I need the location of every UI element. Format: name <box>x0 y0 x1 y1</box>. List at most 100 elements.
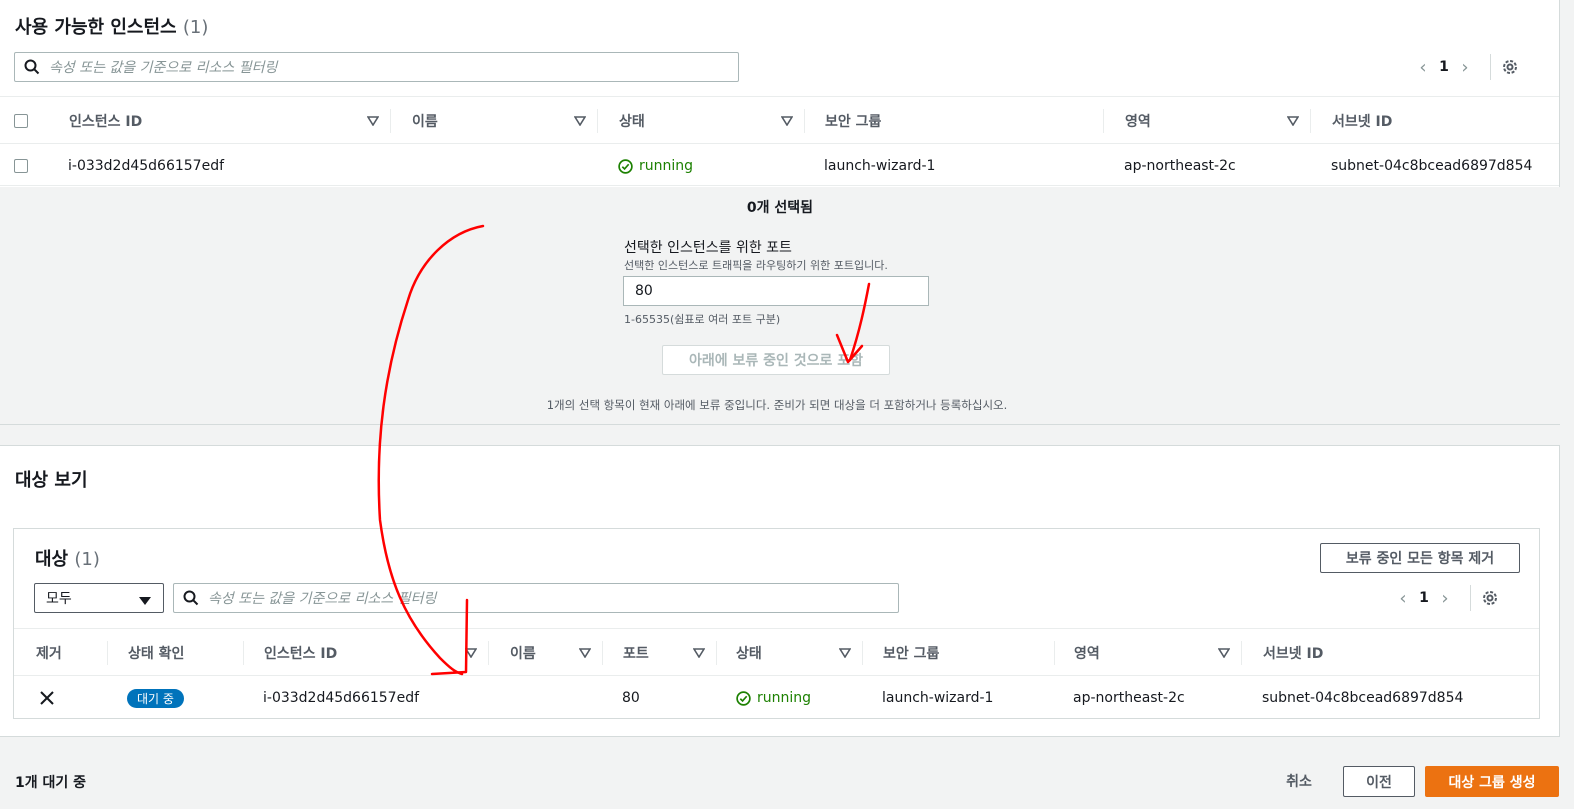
sort-caret-icon[interactable] <box>1217 646 1231 662</box>
previous-button[interactable]: 이전 <box>1343 766 1415 797</box>
cell-instance-id: i-033d2d45d66157edf <box>263 690 420 706</box>
row-checkbox[interactable] <box>14 159 28 173</box>
col-divider <box>1054 641 1055 665</box>
targets-container: 대상 (1) 보류 중인 모든 항목 제거 모두 속성 또는 값을 기준으로 리… <box>13 528 1540 719</box>
chevron-left-icon[interactable]: ‹ <box>1408 57 1438 78</box>
sort-caret-icon[interactable] <box>366 114 380 130</box>
col-label: 보안 그룹 <box>883 646 940 662</box>
col-divider <box>243 641 244 665</box>
col-remove: 제거 <box>14 629 108 677</box>
status-badge: 대기 중 <box>127 688 184 708</box>
col-security-group[interactable]: 보안 그룹 <box>806 97 1104 145</box>
settings-gear-icon[interactable] <box>1501 58 1519 76</box>
col-label: 상태 <box>619 114 645 130</box>
check-circle-icon <box>736 690 751 706</box>
col-state[interactable]: 상태 <box>718 629 863 677</box>
row-select-cell <box>14 146 28 186</box>
col-subnet-id[interactable]: 서브넷 ID <box>1312 97 1559 145</box>
state-text: running <box>639 158 694 174</box>
port-hint: 1-65535(쉼표로 여러 포트 구분) <box>624 313 781 326</box>
cancel-button[interactable]: 취소 <box>1268 766 1330 796</box>
sort-caret-icon[interactable] <box>464 646 478 662</box>
sort-caret-icon[interactable] <box>838 646 852 662</box>
cell-health: 대기 중 <box>127 678 184 718</box>
remove-all-pending-button[interactable]: 보류 중인 모든 항목 제거 <box>1320 543 1520 573</box>
col-divider <box>488 641 489 665</box>
search-placeholder: 속성 또는 값을 기준으로 리소스 필터링 <box>208 591 437 607</box>
table-row[interactable]: i-033d2d45d66157edf running launch-wizar… <box>0 146 1559 186</box>
targets-heading: 대상 (1) <box>35 545 100 571</box>
col-label: 이름 <box>412 114 438 130</box>
col-zone[interactable]: 영역 <box>1056 629 1242 677</box>
col-label: 서브넷 ID <box>1332 114 1393 130</box>
col-security-group[interactable]: 보안 그룹 <box>864 629 1055 677</box>
col-divider <box>602 641 603 665</box>
port-label: 선택한 인스턴스를 위한 포트 <box>624 240 792 256</box>
col-divider <box>804 109 805 133</box>
chevron-right-icon[interactable]: › <box>1450 57 1480 78</box>
col-zone[interactable]: 영역 <box>1105 97 1311 145</box>
cell-subnet-id: subnet-04c8bcead6897d854 <box>1262 690 1464 706</box>
selection-area: 0개 선택됨 선택한 인스턴스를 위한 포트 선택한 인스턴스로 트래픽을 라우… <box>0 187 1560 425</box>
col-health[interactable]: 상태 확인 <box>109 629 244 677</box>
selected-count: 0개 선택됨 <box>746 200 814 216</box>
cell-state: running <box>736 678 811 718</box>
targets-table-header: 제거 상태 확인 인스턴스 ID 이름 포트 상태 보안 그룹 영역 서브넷 I… <box>14 628 1539 676</box>
page-number[interactable]: 1 <box>1438 59 1450 75</box>
pager-divider <box>1470 585 1471 611</box>
chevron-left-icon[interactable]: ‹ <box>1388 588 1418 609</box>
available-pagination: ‹ 1 › <box>1408 53 1519 81</box>
targets-pagination: ‹ 1 › <box>1388 584 1499 612</box>
col-port[interactable]: 포트 <box>604 629 717 677</box>
col-name[interactable]: 이름 <box>490 629 603 677</box>
pending-note: 1개의 선택 항목이 현재 아래에 보류 중입니다. 준비가 되면 대상을 더 … <box>546 398 1008 412</box>
targets-count: (1) <box>74 549 100 570</box>
col-divider <box>716 641 717 665</box>
col-divider <box>1241 641 1242 665</box>
cell-port: 80 <box>622 690 640 706</box>
col-instance-id[interactable]: 인스턴스 ID <box>55 97 391 145</box>
cell-zone: ap-northeast-2c <box>1073 690 1185 706</box>
sort-caret-icon[interactable] <box>573 114 587 130</box>
col-instance-id[interactable]: 인스턴스 ID <box>245 629 489 677</box>
targets-title: 대상 <box>35 549 69 570</box>
chevron-right-icon[interactable]: › <box>1430 588 1460 609</box>
col-label: 서브넷 ID <box>1263 646 1324 662</box>
targets-search-input[interactable]: 속성 또는 값을 기준으로 리소스 필터링 <box>173 583 899 613</box>
search-icon <box>15 59 49 75</box>
table-row[interactable]: 대기 중 i-033d2d45d66157edf 80 running laun… <box>14 678 1539 718</box>
page-number[interactable]: 1 <box>1418 590 1430 606</box>
create-target-group-button[interactable]: 대상 그룹 생성 <box>1425 766 1559 797</box>
col-label: 상태 확인 <box>128 646 185 662</box>
select-all-cell <box>14 97 54 145</box>
col-label: 포트 <box>623 646 649 662</box>
col-name[interactable]: 이름 <box>392 97 598 145</box>
filter-select-value: 모두 <box>46 591 72 607</box>
col-divider <box>1310 109 1311 133</box>
sort-caret-icon[interactable] <box>780 114 794 130</box>
check-circle-icon <box>618 158 633 174</box>
col-state[interactable]: 상태 <box>599 97 805 145</box>
remove-cell <box>40 678 54 718</box>
sort-caret-icon[interactable] <box>1286 114 1300 130</box>
col-label: 이름 <box>510 646 536 662</box>
col-divider <box>390 109 391 133</box>
col-divider <box>597 109 598 133</box>
include-pending-button[interactable]: 아래에 보류 중인 것으로 포함 <box>662 345 890 375</box>
available-search-input[interactable]: 속성 또는 값을 기준으로 리소스 필터링 <box>14 52 739 82</box>
select-all-checkbox[interactable] <box>14 114 28 128</box>
state-text: running <box>757 690 812 706</box>
col-label: 영역 <box>1074 646 1100 662</box>
pending-count: 1개 대기 중 <box>15 775 87 791</box>
col-label: 영역 <box>1125 114 1151 130</box>
col-label: 상태 <box>736 646 762 662</box>
sort-caret-icon[interactable] <box>692 646 706 662</box>
search-placeholder: 속성 또는 값을 기준으로 리소스 필터링 <box>49 60 278 76</box>
caret-down-icon <box>139 594 151 610</box>
close-icon[interactable] <box>40 691 54 705</box>
port-input[interactable]: 80 <box>623 276 929 306</box>
sort-caret-icon[interactable] <box>578 646 592 662</box>
settings-gear-icon[interactable] <box>1481 589 1499 607</box>
col-subnet-id[interactable]: 서브넷 ID <box>1243 629 1539 677</box>
filter-select[interactable]: 모두 <box>34 583 164 613</box>
